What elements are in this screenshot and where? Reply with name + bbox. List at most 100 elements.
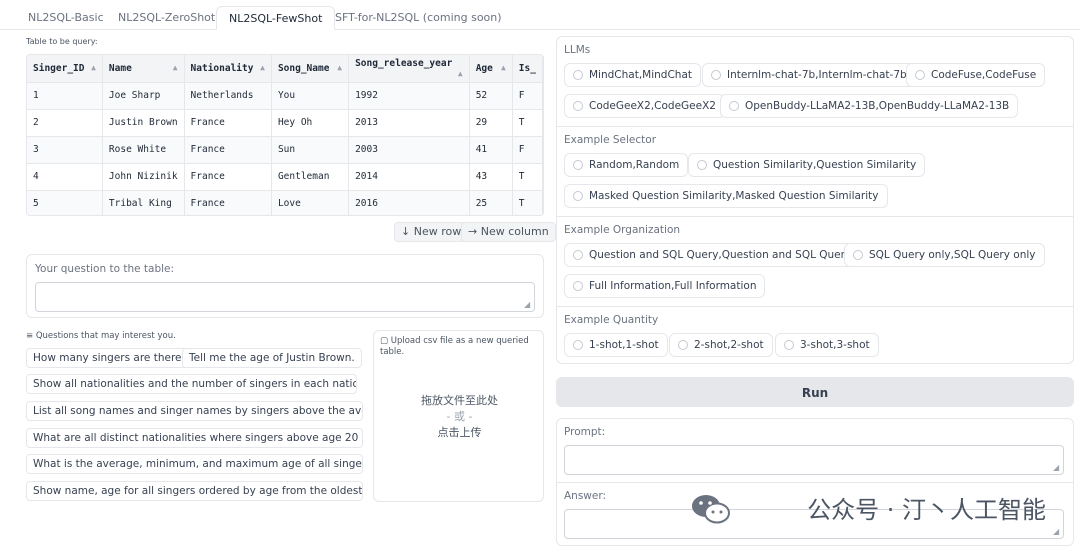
column-header[interactable]: Is_ <box>512 55 543 83</box>
table-cell[interactable]: T <box>512 163 543 191</box>
table-cell[interactable]: France <box>184 109 272 137</box>
table-cell[interactable]: 1 <box>27 82 103 110</box>
table-row: 3 Rose White France Sun 2003 41 F <box>27 136 543 164</box>
table-cell[interactable]: F <box>512 136 543 164</box>
tab-sft-for-nl2sql[interactable]: SFT-for-NL2SQL (coming soon) <box>323 6 514 30</box>
new-column-button[interactable]: → New column <box>461 222 556 242</box>
table-cell[interactable]: 2013 <box>348 109 470 137</box>
llm-option-mindchat[interactable]: MindChat,MindChat <box>564 63 702 87</box>
upload-dropzone[interactable]: ▢ Upload csv file as a new queried table… <box>373 330 544 502</box>
llm-option-openbuddy[interactable]: OpenBuddy-LLaMA2-13B,OpenBuddy-LLaMA2-13… <box>720 94 1019 118</box>
table-cell[interactable]: T <box>512 109 543 137</box>
radio-icon <box>697 160 707 170</box>
sort-icon[interactable]: ▲ <box>91 63 96 72</box>
table-cell[interactable]: 4 <box>27 163 103 191</box>
organization-option-full-information[interactable]: Full Information,Full Information <box>564 274 766 298</box>
table-cell[interactable]: Rose White <box>102 136 185 164</box>
radio-icon <box>573 340 583 350</box>
column-header[interactable]: Age ▲ <box>469 55 513 83</box>
table-cell[interactable]: 2 <box>27 109 103 137</box>
table-cell[interactable]: Netherlands <box>184 82 272 110</box>
table-cell[interactable]: 29 <box>469 109 513 137</box>
question-input[interactable]: ◢ <box>35 282 535 312</box>
resize-handle-icon[interactable]: ◢ <box>1053 528 1061 536</box>
tab-nl2sql-fewshot[interactable]: NL2SQL-FewShot <box>216 6 336 30</box>
tab-nl2sql-zeroshot[interactable]: NL2SQL-ZeroShot <box>106 6 227 30</box>
column-header[interactable]: Name ▲ <box>102 55 185 83</box>
example-question-button[interactable]: What is the average, minimum, and maximu… <box>26 454 363 474</box>
table-row: 2 Justin Brown France Hey Oh 2013 29 T <box>27 109 543 137</box>
example-question-button[interactable]: What are all distinct nationalities wher… <box>26 428 363 448</box>
example-question-button[interactable]: How many singers are there? <box>26 348 195 368</box>
table-cell[interactable]: 1992 <box>348 82 470 110</box>
organization-label: Example Organization <box>564 224 681 236</box>
sort-icon[interactable]: ▲ <box>337 63 342 72</box>
table-row: 4 John Nizinik France Gentleman 2014 43 … <box>27 163 543 191</box>
sort-icon[interactable]: ▲ <box>173 63 178 72</box>
file-icon: ▢ <box>380 336 391 346</box>
table-cell[interactable]: 2003 <box>348 136 470 164</box>
table-cell[interactable]: John Nizinik <box>102 163 185 191</box>
question-label: Your question to the table: <box>35 263 175 275</box>
table-cell[interactable]: 52 <box>469 82 513 110</box>
example-question-button[interactable]: List all song names and singer names by … <box>26 401 363 421</box>
table-cell[interactable]: T <box>512 190 543 215</box>
llm-option-codefuse[interactable]: CodeFuse,CodeFuse <box>906 63 1046 87</box>
prompt-output[interactable]: ◢ <box>564 445 1064 475</box>
sort-icon[interactable]: ▲ <box>501 63 506 72</box>
table-cell[interactable]: Justin Brown <box>102 109 185 137</box>
table-cell[interactable]: 2016 <box>348 190 470 215</box>
column-header[interactable]: Singer_ID ▲ <box>27 55 103 83</box>
llm-option-internlm[interactable]: Internlm-chat-7b,Internlm-chat-7b <box>702 63 916 87</box>
table-cell[interactable]: Tribal King <box>102 190 185 215</box>
quantity-option-1-shot[interactable]: 1-shot,1-shot <box>564 333 668 357</box>
column-header[interactable]: Nationality ▲ <box>184 55 272 83</box>
new-row-button[interactable]: ↓ New row <box>394 222 469 242</box>
quantity-option-2-shot[interactable]: 2-shot,2-shot <box>669 333 773 357</box>
llm-option-codegeex2[interactable]: CodeGeeX2,CodeGeeX2 <box>564 94 725 118</box>
divider <box>557 216 1073 217</box>
table-cell[interactable]: 5 <box>27 190 103 215</box>
table-cell[interactable]: 43 <box>469 163 513 191</box>
selector-option-question-similarity[interactable]: Question Similarity,Question Similarity <box>688 153 926 177</box>
upload-click-text[interactable]: 点击上传 <box>374 425 545 441</box>
upload-instructions: 拖放文件至此处 - 或 - 点击上传 <box>374 393 545 441</box>
table-cell[interactable]: 25 <box>469 190 513 215</box>
table-cell[interactable]: Gentleman <box>271 163 350 191</box>
example-question-button[interactable]: Tell me the age of Justin Brown. <box>182 348 362 368</box>
organization-option-sql-only[interactable]: SQL Query only,SQL Query only <box>844 243 1045 267</box>
column-header[interactable]: Song_Name ▲ <box>271 55 350 83</box>
selector-option-masked-similarity[interactable]: Masked Question Similarity,Masked Questi… <box>564 184 888 208</box>
radio-icon <box>573 101 583 111</box>
selector-option-random[interactable]: Random,Random <box>564 153 689 177</box>
radio-icon <box>573 191 583 201</box>
resize-handle-icon[interactable]: ◢ <box>1053 464 1061 472</box>
table-cell[interactable]: Hey Oh <box>271 109 350 137</box>
table-cell[interactable]: Joe Sharp <box>102 82 185 110</box>
table-cell[interactable]: 3 <box>27 136 103 164</box>
table-cell[interactable]: You <box>271 82 350 110</box>
quantity-option-3-shot[interactable]: 3-shot,3-shot <box>775 333 879 357</box>
organization-option-question-sql[interactable]: Question and SQL Query,Question and SQL … <box>564 243 861 267</box>
table-cell[interactable]: F <box>512 82 543 110</box>
table-cell[interactable]: Love <box>271 190 350 215</box>
column-header[interactable]: Song_release_year ▲ <box>348 55 470 83</box>
table-cell[interactable]: 2014 <box>348 163 470 191</box>
llms-label: LLMs <box>564 44 591 56</box>
data-table: Singer_ID ▲ Name ▲ Nationality ▲ Song_Name ▲… <box>26 54 544 216</box>
table-cell[interactable]: France <box>184 190 272 215</box>
divider <box>557 306 1073 307</box>
resize-handle-icon[interactable]: ◢ <box>524 301 532 309</box>
table-cell[interactable]: Sun <box>271 136 350 164</box>
run-button[interactable]: Run <box>556 377 1074 407</box>
sort-icon[interactable]: ▲ <box>458 69 463 78</box>
tab-nl2sql-basic[interactable]: NL2SQL-Basic <box>16 6 116 30</box>
sort-icon[interactable]: ▲ <box>260 63 265 72</box>
table-cell[interactable]: France <box>184 136 272 164</box>
radio-icon <box>729 101 739 111</box>
table-cell[interactable]: 41 <box>469 136 513 164</box>
divider <box>557 126 1073 127</box>
table-cell[interactable]: France <box>184 163 272 191</box>
example-question-button[interactable]: Show name, age for all singers ordered b… <box>26 481 363 501</box>
example-question-button[interactable]: Show all nationalities and the number of… <box>26 374 357 394</box>
